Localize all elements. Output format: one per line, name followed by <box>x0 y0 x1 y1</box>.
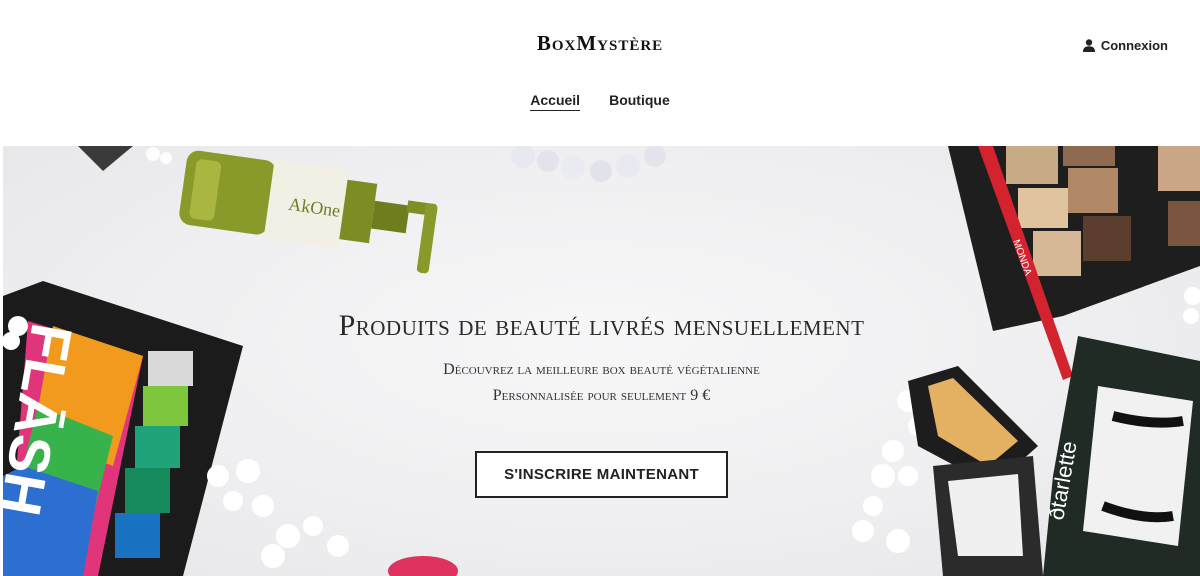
login-label: Connexion <box>1100 38 1168 53</box>
nav-item-accueil[interactable]: Accueil <box>530 92 581 111</box>
pink-item <box>388 556 458 576</box>
hero-content: Produits de beauté livrés mensuellement … <box>3 309 1200 498</box>
eyeshadow-palette <box>948 146 1200 331</box>
palette-corner-topleft <box>78 146 172 171</box>
signup-button[interactable]: S'INSCRIRE MAINTENANT <box>475 451 728 498</box>
serum-bottle: AkOne <box>179 150 438 274</box>
hero-banner: AkOne MONDA FLĀSH ðtarlette Produits de … <box>3 146 1200 576</box>
hero-subtitle-line2: Personnalisée pour seulement 9 € <box>492 387 711 404</box>
login-link[interactable]: Connexion <box>1082 38 1168 53</box>
user-icon <box>1082 39 1095 52</box>
hero-subtitle-line1: Découvrez la meilleure box beauté végéta… <box>443 361 760 378</box>
brand-logo[interactable]: BoxMystère <box>0 31 1200 56</box>
crystal-beads <box>511 146 666 182</box>
hero-title: Produits de beauté livrés mensuellement <box>338 309 865 342</box>
nav-item-boutique[interactable]: Boutique <box>609 92 670 111</box>
main-nav: Accueil Boutique <box>0 92 1200 111</box>
site-header: BoxMystère Connexion Accueil Boutique <box>0 0 1200 146</box>
hero-subtitle: Découvrez la meilleure box beauté végéta… <box>3 357 1200 409</box>
